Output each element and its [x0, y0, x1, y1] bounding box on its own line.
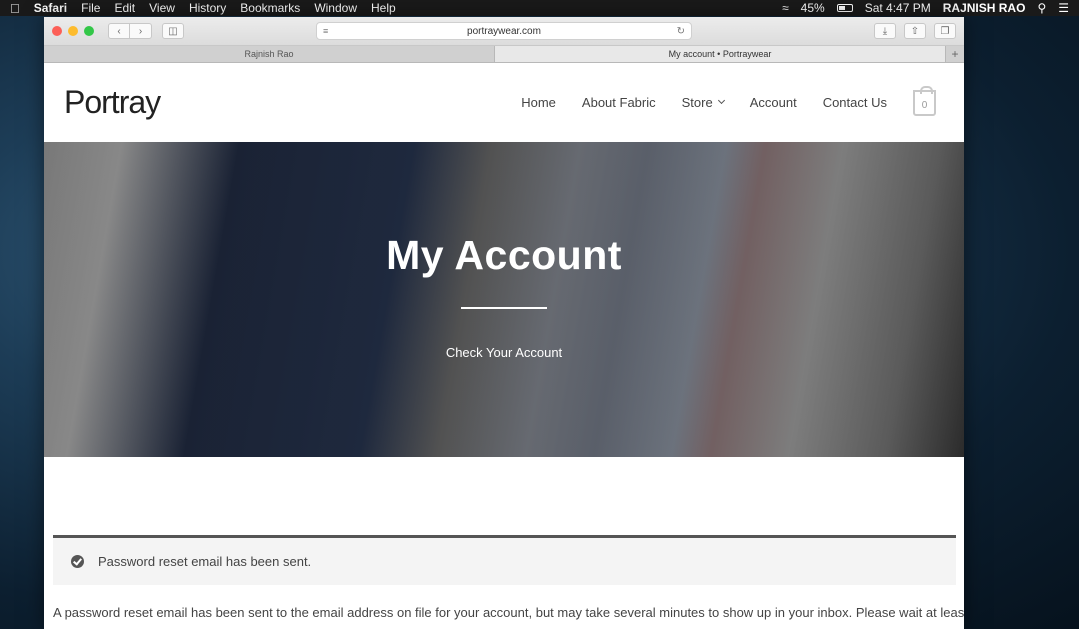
- safari-window: ‹ › ◫ ≡ portraywear.com ↻ ⤓ ⇧ ❐ Rajnish …: [44, 17, 964, 629]
- chevron-down-icon[interactable]: [717, 96, 725, 105]
- page-title: My Account: [386, 232, 622, 278]
- menu-file[interactable]: File: [81, 1, 100, 15]
- title-divider: [461, 307, 547, 309]
- success-notice: Password reset email has been sent.: [53, 535, 956, 585]
- toolbar-right-buttons: ⤓ ⇧ ❐: [874, 23, 956, 39]
- battery-percent: 45%: [800, 1, 825, 15]
- tab-rajnish-rao[interactable]: Rajnish Rao: [44, 46, 495, 62]
- nav-account[interactable]: Account: [750, 95, 797, 110]
- nav-about-fabric[interactable]: About Fabric: [582, 95, 656, 110]
- apple-icon[interactable]: : [10, 1, 20, 16]
- cart-icon[interactable]: 0: [913, 85, 936, 116]
- macos-menubar:  Safari File Edit View History Bookmark…: [0, 0, 1079, 16]
- spotlight-search-icon[interactable]: ⚲: [1037, 1, 1046, 15]
- nav-home[interactable]: Home: [521, 95, 556, 110]
- menu-edit[interactable]: Edit: [114, 1, 135, 15]
- downloads-icon[interactable]: ⤓: [874, 23, 896, 39]
- hero-content: My Account Check Your Account: [44, 232, 964, 360]
- browser-toolbar: ‹ › ◫ ≡ portraywear.com ↻ ⤓ ⇧ ❐: [44, 17, 964, 46]
- sidebar-toggle-icon[interactable]: ◫: [162, 23, 184, 39]
- site-header: Portray Home About Fabric Store Account …: [44, 63, 964, 142]
- clock[interactable]: Sat 4:47 PM: [865, 1, 931, 15]
- share-icon[interactable]: ⇧: [904, 23, 926, 39]
- wifi-icon[interactable]: ≈: [782, 1, 789, 15]
- notification-center-icon[interactable]: ☰: [1058, 1, 1069, 15]
- url-text[interactable]: portraywear.com: [467, 26, 541, 37]
- new-tab-icon[interactable]: +: [946, 46, 964, 62]
- main-content: Password reset email has been sent. A pa…: [44, 457, 964, 620]
- nav-store[interactable]: Store: [682, 95, 725, 110]
- tab-my-account[interactable]: My account • Portraywear: [495, 46, 946, 62]
- close-window-button[interactable]: [52, 26, 62, 36]
- menu-help[interactable]: Help: [371, 1, 396, 15]
- zoom-window-button[interactable]: [84, 26, 94, 36]
- user-name[interactable]: RAJNISH RAO: [943, 1, 1026, 15]
- menubar-status-area: ≈ 45% Sat 4:47 PM RAJNISH RAO ⚲ ☰: [782, 1, 1069, 15]
- reload-icon[interactable]: ↻: [677, 26, 685, 37]
- forward-button[interactable]: ›: [130, 23, 152, 39]
- menu-view[interactable]: View: [149, 1, 175, 15]
- hero-banner: My Account Check Your Account: [44, 142, 964, 457]
- check-circle-icon: [71, 555, 84, 568]
- back-button[interactable]: ‹: [108, 23, 130, 39]
- tabs-overview-icon[interactable]: ❐: [934, 23, 956, 39]
- battery-icon[interactable]: [836, 4, 853, 12]
- cart-count: 0: [921, 99, 928, 111]
- tab-bar: Rajnish Rao My account • Portraywear +: [44, 46, 964, 63]
- page-subtitle: Check Your Account: [445, 345, 563, 360]
- menu-history[interactable]: History: [189, 1, 226, 15]
- menu-window[interactable]: Window: [314, 1, 357, 15]
- minimize-window-button[interactable]: [68, 26, 78, 36]
- menu-app-name[interactable]: Safari: [34, 1, 67, 15]
- window-controls: [52, 26, 94, 36]
- site-logo[interactable]: Portray: [64, 84, 161, 121]
- menu-bookmarks[interactable]: Bookmarks: [240, 1, 300, 15]
- nav-contact-us[interactable]: Contact Us: [823, 95, 887, 110]
- reader-icon[interactable]: ≡: [323, 26, 328, 36]
- logo-text: Portray: [64, 84, 161, 120]
- reset-info-paragraph: A password reset email has been sent to …: [53, 605, 964, 620]
- history-nav: ‹ ›: [108, 23, 152, 39]
- nav-store-label[interactable]: Store: [682, 95, 713, 110]
- main-nav: Home About Fabric Store Account Contact …: [521, 85, 936, 116]
- address-bar[interactable]: ≡ portraywear.com ↻: [316, 22, 692, 40]
- notice-text: Password reset email has been sent.: [98, 554, 312, 569]
